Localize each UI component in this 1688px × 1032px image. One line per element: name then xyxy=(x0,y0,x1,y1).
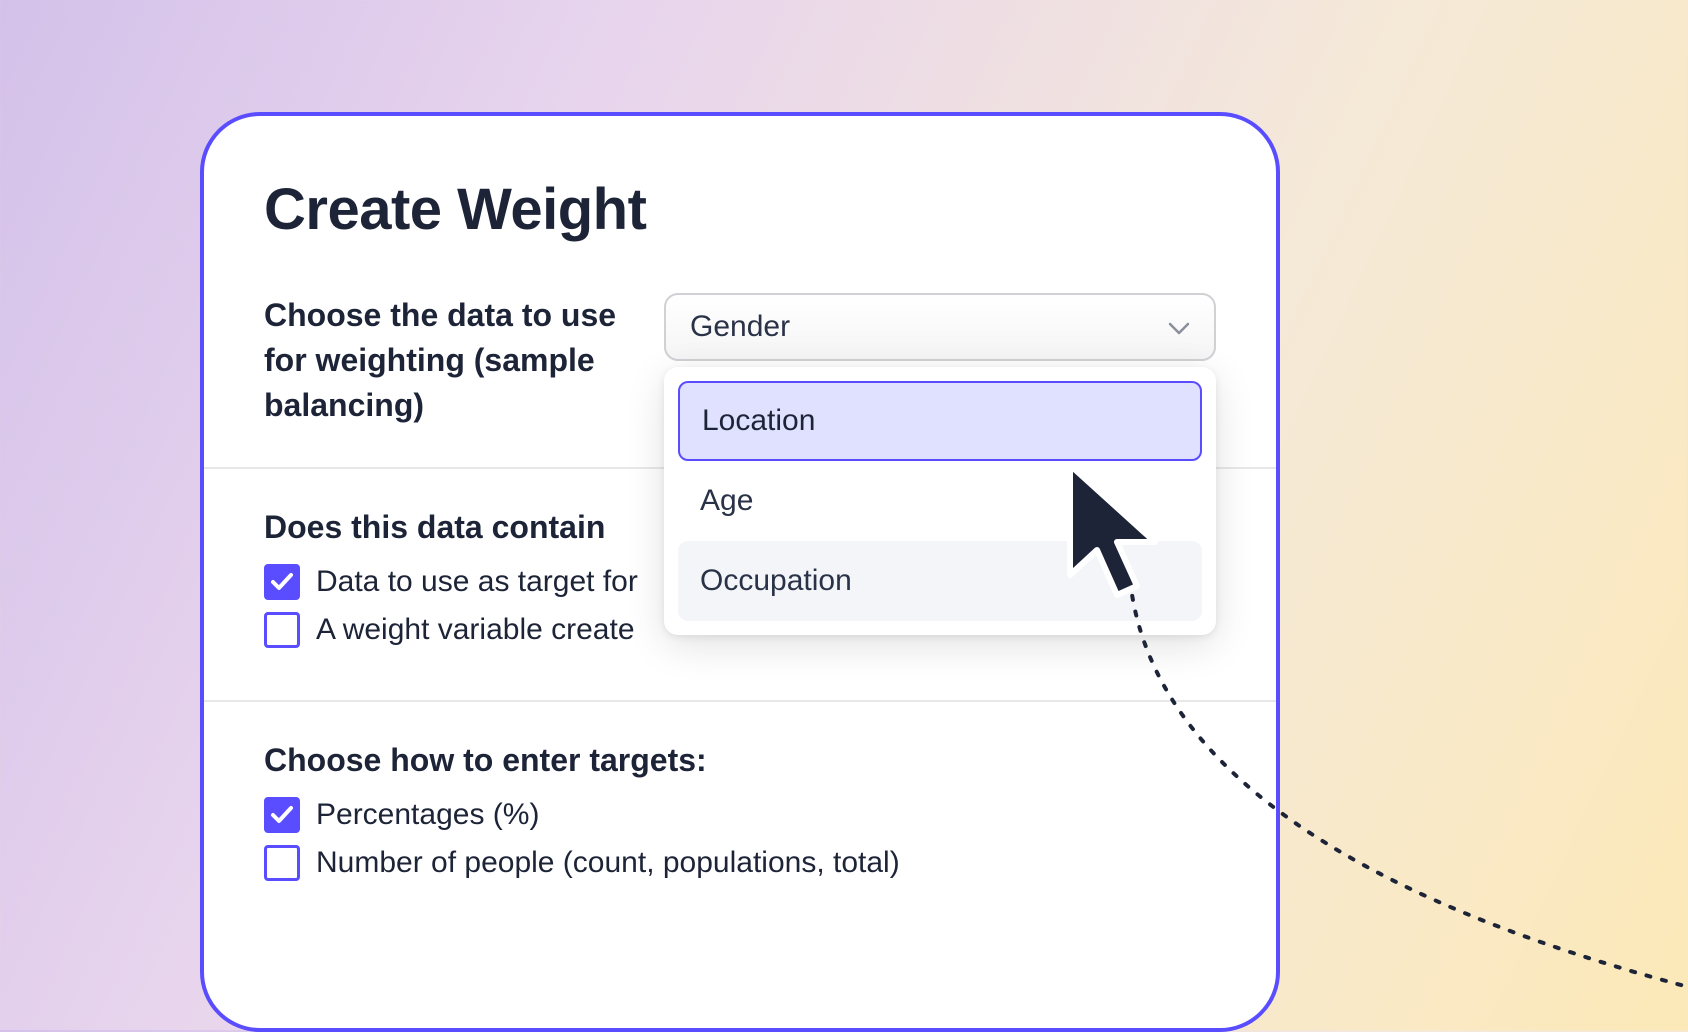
checkbox-percentages-label: Percentages (%) xyxy=(316,798,539,832)
choose-data-label: Choose the data to use for weighting (sa… xyxy=(264,293,624,427)
checkbox-weight-variable[interactable] xyxy=(264,612,300,648)
dropdown-option-location[interactable]: Location xyxy=(678,381,1202,461)
section-enter-targets: Choose how to enter targets: Percentages… xyxy=(204,700,1276,933)
chevron-down-icon xyxy=(1168,310,1190,344)
checkbox-target-data-label: Data to use as target for xyxy=(316,565,638,599)
checkbox-number-people-label: Number of people (count, populations, to… xyxy=(316,846,900,880)
create-weight-modal: Create Weight Choose the data to use for… xyxy=(200,112,1280,1032)
enter-targets-label: Choose how to enter targets: xyxy=(264,742,1216,779)
dropdown-option-age[interactable]: Age xyxy=(678,461,1202,541)
section-choose-data: Choose the data to use for weighting (sa… xyxy=(204,293,1276,467)
dropdown-menu: Location Age Occupation xyxy=(664,367,1216,635)
checkbox-target-data[interactable] xyxy=(264,564,300,600)
checkbox-number-people[interactable] xyxy=(264,845,300,881)
checkbox-weight-variable-label: A weight variable create xyxy=(316,613,635,647)
weighting-data-dropdown[interactable]: Gender xyxy=(664,293,1216,361)
modal-title: Create Weight xyxy=(204,176,1276,293)
dropdown-option-occupation[interactable]: Occupation xyxy=(678,541,1202,621)
checkbox-percentages[interactable] xyxy=(264,797,300,833)
dropdown-selected-value: Gender xyxy=(690,310,790,344)
check-icon xyxy=(270,572,294,592)
check-icon xyxy=(270,805,294,825)
